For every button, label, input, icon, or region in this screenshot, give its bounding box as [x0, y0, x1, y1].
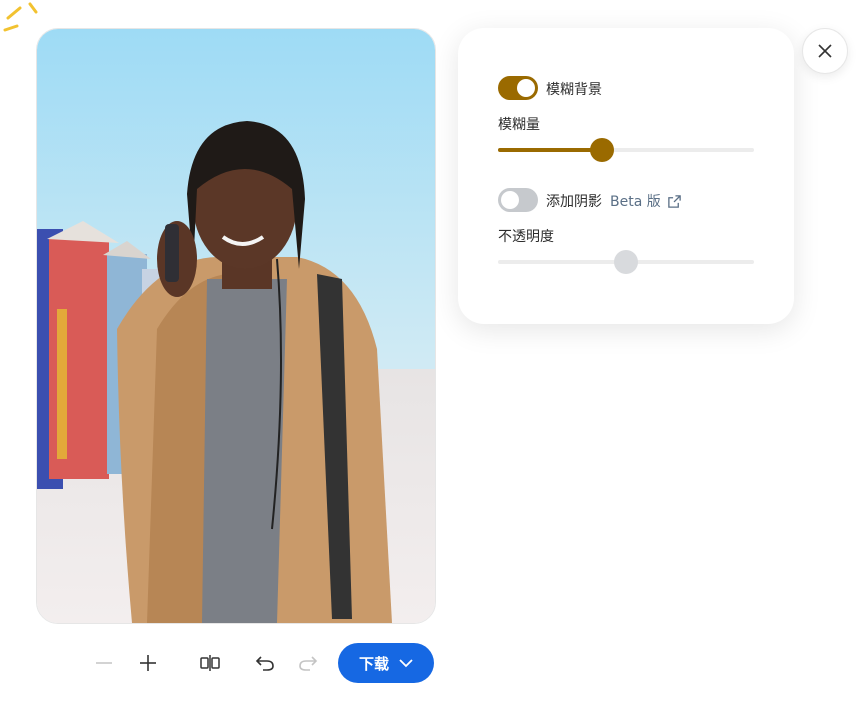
beta-link[interactable]: Beta 版 — [610, 191, 682, 211]
zoom-in-button[interactable] — [134, 649, 162, 677]
blur-background-label: 模糊背景 — [546, 82, 602, 98]
close-button[interactable] — [802, 28, 848, 74]
redo-icon — [299, 656, 318, 671]
plus-icon — [140, 655, 156, 671]
add-shadow-label: 添加阴影 — [546, 194, 602, 210]
toggle-knob — [501, 191, 519, 209]
image-preview — [36, 28, 436, 624]
add-shadow-toggle[interactable] — [498, 188, 538, 212]
chevron-down-icon — [399, 659, 413, 668]
undo-button[interactable] — [251, 649, 279, 677]
blur-amount-fill — [498, 148, 602, 152]
minus-icon — [96, 662, 112, 664]
beta-label: Beta 版 — [610, 194, 661, 210]
redo-button[interactable] — [294, 649, 322, 677]
zoom-out-button[interactable] — [90, 649, 118, 677]
background-settings-panel: 模糊背景 模糊量 添加阴影 Beta 版 不透明度 — [458, 28, 794, 324]
compare-button[interactable] — [196, 649, 224, 677]
blur-background-toggle[interactable] — [498, 76, 538, 100]
toggle-knob — [517, 79, 535, 97]
download-button[interactable]: 下载 — [338, 643, 434, 683]
undo-icon — [255, 656, 274, 671]
compare-icon — [200, 655, 220, 671]
close-icon — [818, 44, 832, 58]
blur-amount-slider[interactable] — [498, 138, 754, 162]
opacity-thumb[interactable] — [614, 250, 638, 274]
opacity-label: 不透明度 — [498, 229, 554, 245]
opacity-slider[interactable] — [498, 250, 754, 274]
download-label: 下载 — [358, 654, 389, 673]
blur-amount-label: 模糊量 — [498, 117, 540, 133]
blur-amount-thumb[interactable] — [590, 138, 614, 162]
external-link-icon — [667, 194, 681, 208]
